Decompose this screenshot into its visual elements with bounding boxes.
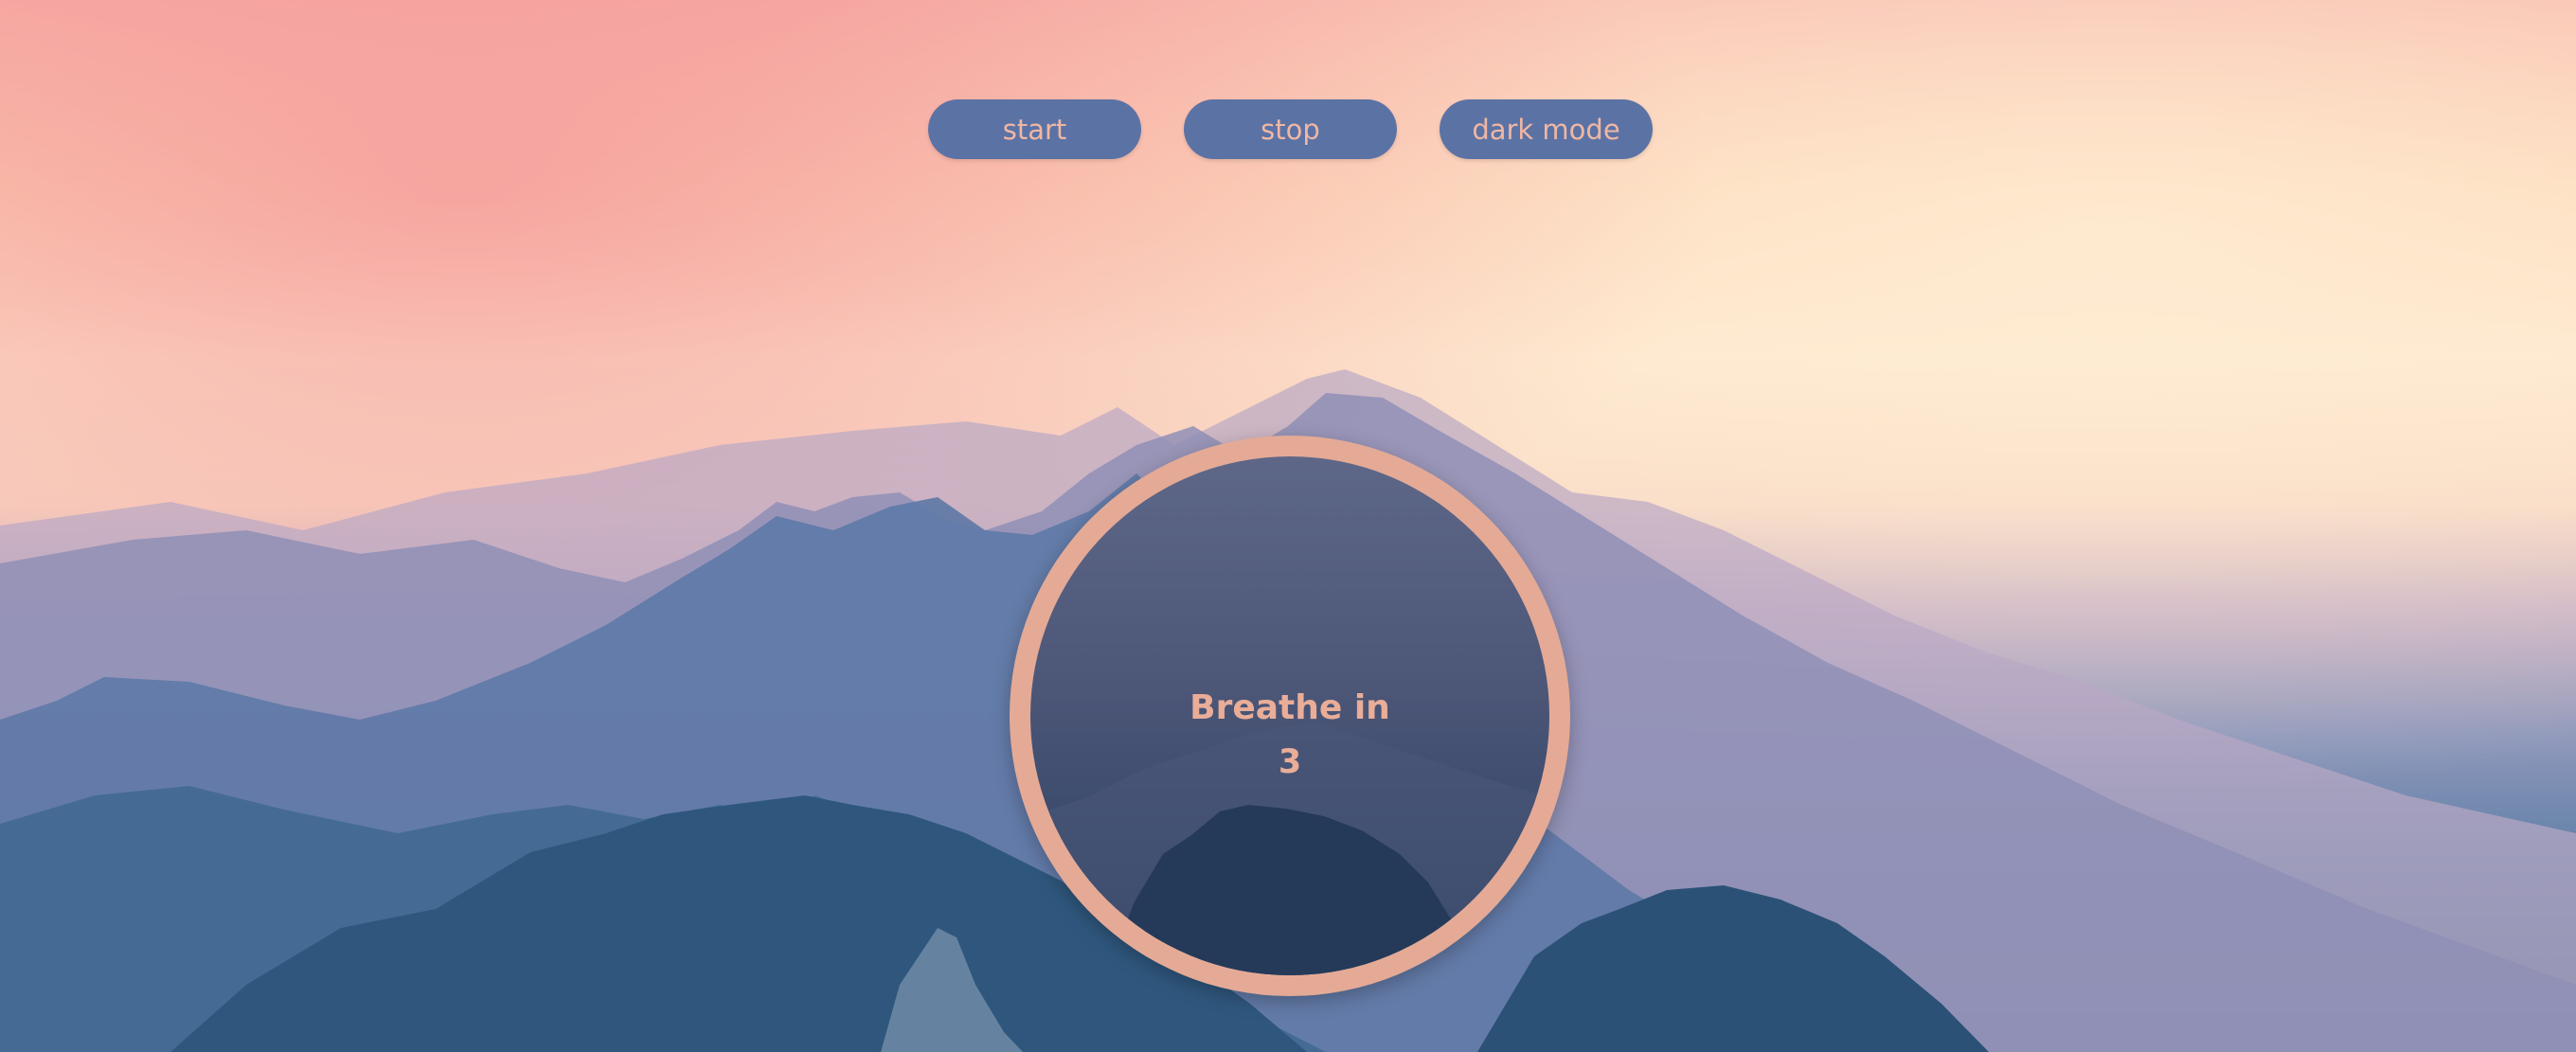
breath-phase-label: Breathe in	[1190, 688, 1390, 727]
start-button[interactable]: start	[928, 99, 1141, 159]
breathing-circle-inner: Breathe in 3	[1030, 456, 1549, 975]
breath-countdown: 3	[1278, 743, 1302, 781]
breathing-app: start stop dark mode Breathe in 3	[0, 0, 2576, 1052]
breathing-circle: Breathe in 3	[1010, 436, 1570, 996]
dark-mode-button[interactable]: dark mode	[1440, 99, 1653, 159]
breathing-status: Breathe in 3	[1030, 686, 1549, 786]
control-bar: start stop dark mode	[928, 99, 1653, 159]
stop-button[interactable]: stop	[1184, 99, 1397, 159]
